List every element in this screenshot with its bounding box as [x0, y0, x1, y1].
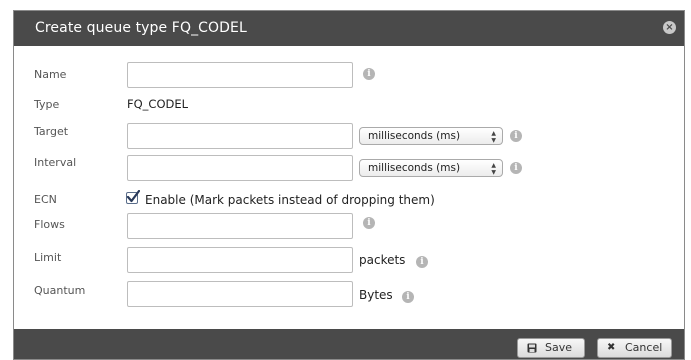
type-label: Type	[34, 98, 60, 111]
create-queue-dialog: Create queue type FQ_CODEL × Name i Type…	[13, 10, 685, 360]
save-button[interactable]: Save	[517, 338, 585, 358]
target-label: Target	[34, 125, 69, 138]
target-unit-value: milliseconds (ms)	[368, 130, 461, 142]
save-label: Save	[545, 341, 573, 354]
cancel-label: Cancel	[625, 341, 663, 354]
checkmark-icon	[126, 190, 140, 203]
interval-info-icon[interactable]: i	[510, 162, 522, 174]
cancel-icon: ✖	[607, 342, 616, 353]
cancel-button[interactable]: ✖ Cancel	[597, 338, 672, 358]
select-arrows-icon: ▲ ▼	[491, 162, 496, 176]
dialog-footer: Save ✖ Cancel	[14, 329, 684, 359]
save-icon	[527, 339, 537, 359]
flows-label: Flows	[34, 218, 65, 231]
interval-unit-select[interactable]: milliseconds (ms) ▲ ▼	[359, 159, 503, 177]
quantum-info-icon[interactable]: i	[402, 291, 414, 303]
target-unit-select[interactable]: milliseconds (ms) ▲ ▼	[359, 127, 503, 145]
limit-label: Limit	[34, 251, 62, 264]
ecn-checkbox[interactable]	[126, 190, 140, 204]
quantum-label: Quantum	[34, 284, 86, 297]
quantum-input[interactable]	[127, 281, 353, 307]
interval-unit-value: milliseconds (ms)	[368, 162, 461, 174]
interval-label: Interval	[34, 156, 77, 169]
dialog-titlebar: Create queue type FQ_CODEL ×	[14, 11, 684, 46]
interval-input[interactable]	[127, 155, 353, 181]
target-info-icon[interactable]: i	[510, 130, 522, 142]
ecn-label: ECN	[34, 193, 57, 206]
target-input[interactable]	[127, 123, 353, 149]
flows-input[interactable]	[127, 213, 353, 239]
type-value: FQ_CODEL	[127, 97, 189, 111]
flows-info-icon[interactable]: i	[363, 217, 375, 229]
quantum-unit: Bytes	[359, 288, 393, 302]
dialog-title: Create queue type FQ_CODEL	[35, 20, 247, 36]
name-label: Name	[34, 68, 67, 81]
close-icon[interactable]: ×	[663, 21, 676, 34]
limit-info-icon[interactable]: i	[416, 256, 428, 268]
ecn-checkbox-label[interactable]: Enable (Mark packets instead of dropping…	[145, 193, 435, 207]
select-arrows-icon: ▲ ▼	[491, 130, 496, 144]
limit-input[interactable]	[127, 247, 353, 273]
name-input[interactable]	[127, 62, 353, 88]
name-info-icon[interactable]: i	[363, 68, 375, 80]
limit-unit: packets	[359, 253, 406, 267]
